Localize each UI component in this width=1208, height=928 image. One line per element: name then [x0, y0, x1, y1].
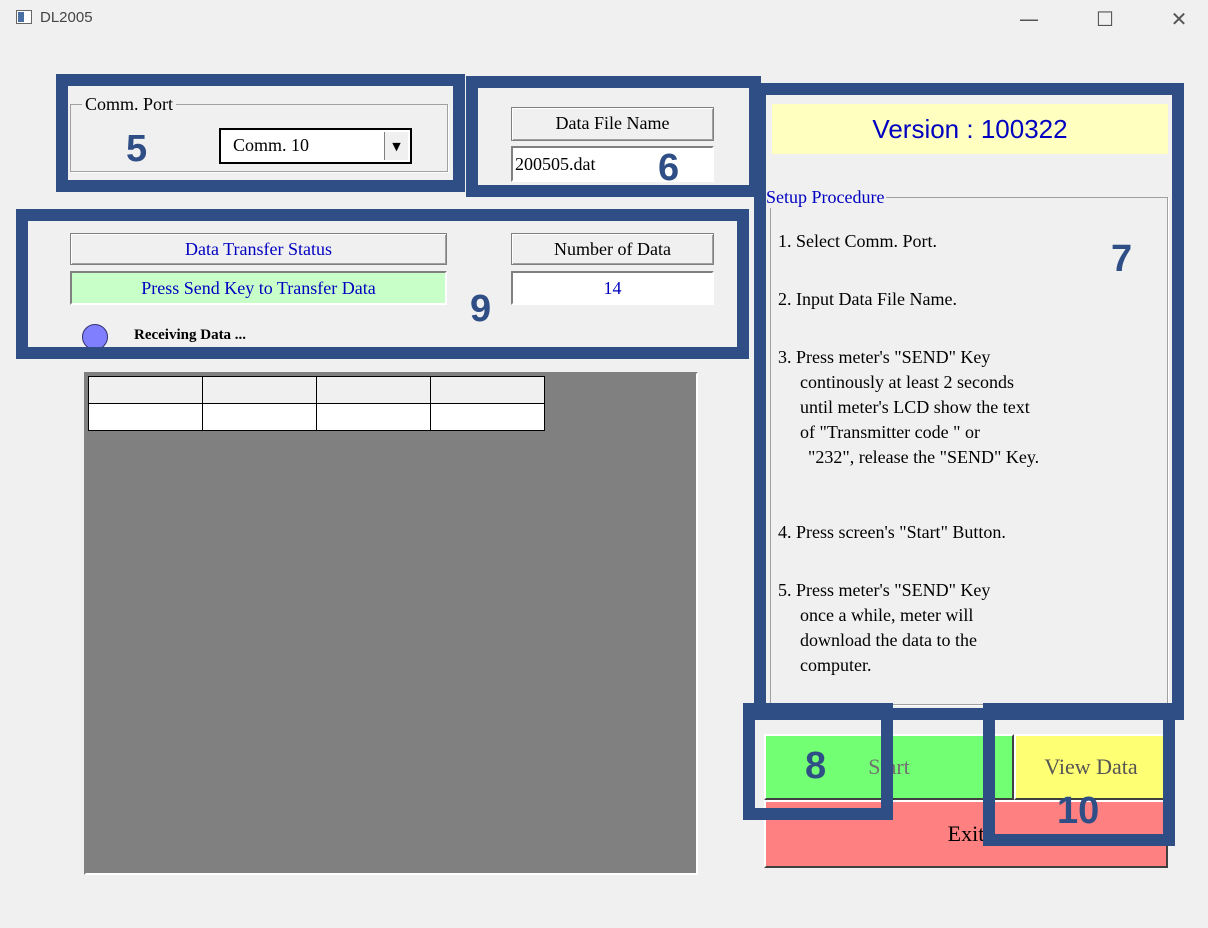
annotation-number-10: 10 — [1057, 790, 1100, 832]
annotation-box-7 — [754, 83, 1184, 720]
grid-cell[interactable] — [202, 403, 317, 431]
minimize-icon[interactable]: — — [1006, 2, 1052, 36]
annotation-number-5: 5 — [126, 128, 148, 170]
annotation-box-6 — [466, 76, 761, 197]
window-title: DL2005 — [40, 9, 93, 26]
grid-cell[interactable] — [88, 403, 203, 431]
grid-cell[interactable] — [316, 403, 431, 431]
data-grid-area[interactable] — [84, 372, 698, 875]
annotation-number-6: 6 — [658, 147, 680, 189]
annotation-number-9: 9 — [470, 288, 492, 330]
grid-header-cell — [430, 376, 545, 404]
grid-header-cell — [88, 376, 203, 404]
annotation-box-5 — [56, 74, 465, 192]
annotation-number-8: 8 — [805, 745, 827, 787]
app-icon — [16, 10, 32, 24]
data-grid — [88, 376, 545, 431]
grid-header-cell — [202, 376, 317, 404]
annotation-number-7: 7 — [1111, 238, 1133, 280]
grid-cell[interactable] — [430, 403, 545, 431]
grid-header-cell — [316, 376, 431, 404]
close-icon[interactable]: ✕ — [1156, 2, 1202, 36]
annotation-box-9 — [16, 209, 749, 359]
maximize-icon[interactable]: ☐ — [1082, 2, 1128, 36]
